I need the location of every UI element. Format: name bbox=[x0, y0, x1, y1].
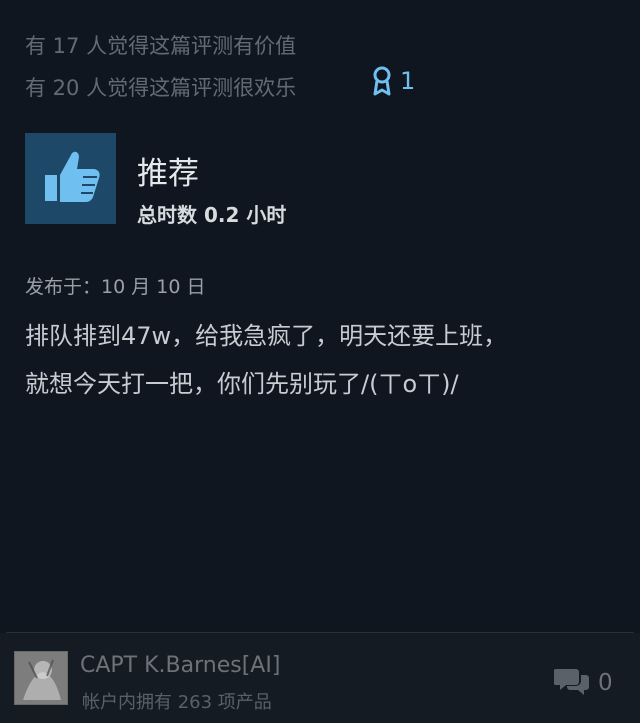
award-ribbon-icon bbox=[372, 66, 392, 96]
review-text-line: 排队排到47w，给我急疯了，明天还要上班， bbox=[25, 322, 508, 350]
author-products[interactable]: 帐户内拥有 263 项产品 bbox=[82, 688, 272, 714]
recommendation-thumb[interactable] bbox=[25, 133, 116, 224]
posted-date: 发布于：10 月 10 日 bbox=[25, 276, 206, 298]
award-badge[interactable]: 1 bbox=[372, 66, 415, 96]
funny-count: 有 20 人觉得这篇评测很欢乐 bbox=[25, 76, 297, 100]
review-body: 排队排到47w，给我急疯了，明天还要上班， 就想今天打一把，你们先别玩了/(ㄒo… bbox=[25, 312, 615, 408]
review-card: 有 17 人觉得这篇评测有价值 有 20 人觉得这篇评测很欢乐 1 推荐 总时数… bbox=[0, 0, 640, 723]
author-name[interactable]: CAPT K.Barnes[AI] bbox=[80, 653, 280, 678]
review-text-line: 就想今天打一把，你们先别玩了/(ㄒoㄒ)/ bbox=[25, 370, 459, 398]
thumbs-up-icon bbox=[35, 141, 107, 217]
avatar[interactable] bbox=[14, 651, 68, 705]
playtime-hours: 总时数 0.2 小时 bbox=[137, 203, 287, 227]
review-verdict[interactable]: 推荐 bbox=[137, 148, 199, 193]
comment-count: 0 bbox=[598, 670, 613, 696]
comments-button[interactable]: 0 bbox=[553, 666, 613, 700]
award-count: 1 bbox=[400, 67, 416, 95]
review-footer: CAPT K.Barnes[AI] 帐户内拥有 263 项产品 0 bbox=[0, 633, 640, 723]
helpful-count: 有 17 人觉得这篇评测有价值 bbox=[25, 34, 297, 58]
comment-bubbles-icon bbox=[553, 666, 590, 700]
